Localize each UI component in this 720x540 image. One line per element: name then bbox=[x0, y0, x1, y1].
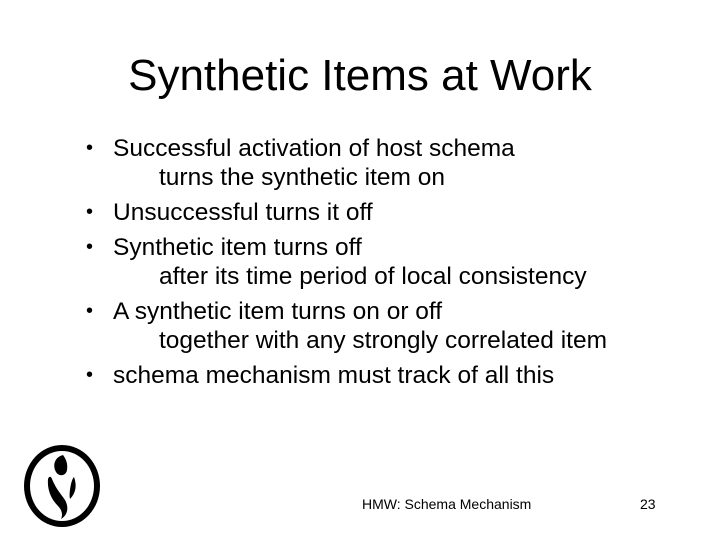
bullet-item: • A synthetic item turns on or off toget… bbox=[86, 297, 706, 355]
bullet-main-text: Successful activation of host schema bbox=[113, 135, 515, 162]
bullet-main-text: A synthetic item turns on or off bbox=[113, 298, 443, 325]
bullet-main-text: schema mechanism must track of all this bbox=[113, 362, 555, 389]
slide: Synthetic Items at Work • Successful act… bbox=[0, 0, 720, 540]
slide-title: Synthetic Items at Work bbox=[128, 51, 592, 100]
bullet-item: • Successful activation of host schema t… bbox=[86, 134, 706, 192]
bullet-list: • Successful activation of host schema t… bbox=[86, 134, 706, 396]
bullet-dot-icon: • bbox=[86, 236, 94, 258]
bullet-sub-text: turns the synthetic item on bbox=[159, 164, 445, 191]
bullet-dot-icon: • bbox=[86, 201, 94, 223]
bullet-dot-icon: • bbox=[86, 137, 94, 159]
bullet-dot-icon: • bbox=[86, 300, 94, 322]
bullet-sub-text: after its time period of local consisten… bbox=[159, 263, 587, 290]
footer-text: HMW: Schema Mechanism bbox=[362, 496, 532, 512]
stylized-figure-logo-icon bbox=[22, 443, 102, 529]
bullet-dot-icon: • bbox=[86, 364, 94, 386]
bullet-item: • Unsuccessful turns it off bbox=[86, 198, 706, 227]
bullet-main-text: Unsuccessful turns it off bbox=[113, 199, 373, 226]
bullet-sub-text: together with any strongly correlated it… bbox=[159, 327, 608, 354]
page-number: 23 bbox=[640, 496, 656, 512]
bullet-item: • Synthetic item turns off after its tim… bbox=[86, 233, 706, 291]
bullet-main-text: Synthetic item turns off bbox=[113, 234, 362, 261]
bullet-item: • schema mechanism must track of all thi… bbox=[86, 361, 706, 390]
